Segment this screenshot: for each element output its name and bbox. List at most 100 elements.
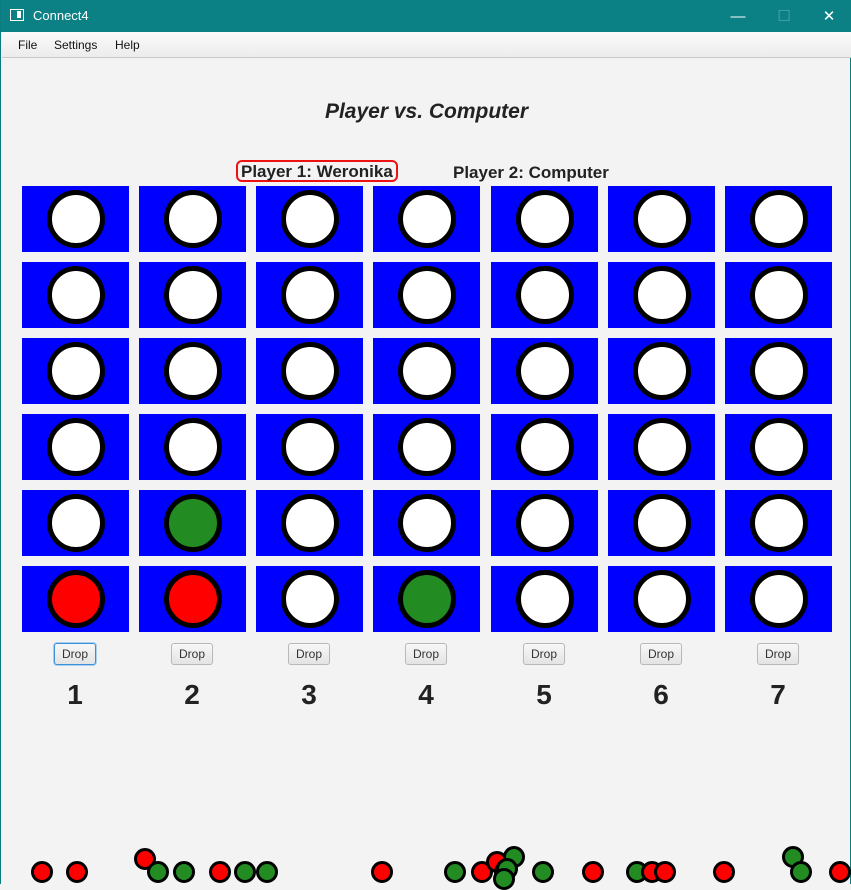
empty-slot (281, 190, 339, 248)
close-button[interactable]: ✕ (806, 0, 851, 32)
empty-slot (281, 266, 339, 324)
title-bar[interactable]: Connect4 — ☐ ✕ (1, 0, 851, 32)
board-cell (139, 566, 246, 632)
board-cell (22, 414, 129, 480)
red-disc (164, 570, 222, 628)
player2-label: Player 2: Computer (453, 163, 609, 182)
board-cell (491, 262, 598, 328)
board-cell (608, 490, 715, 556)
empty-slot (47, 190, 105, 248)
empty-slot (281, 418, 339, 476)
board-cell (491, 338, 598, 404)
board-cell (22, 186, 129, 252)
empty-slot (164, 190, 222, 248)
board-cell (256, 566, 363, 632)
empty-slot (398, 342, 456, 400)
empty-slot (633, 342, 691, 400)
red-falling-disc (371, 861, 393, 883)
drop-button-col-2[interactable]: Drop (171, 643, 213, 665)
green-falling-disc (147, 861, 169, 883)
empty-slot (750, 418, 808, 476)
empty-slot (398, 494, 456, 552)
empty-slot (47, 266, 105, 324)
board-cell (22, 490, 129, 556)
empty-slot (281, 494, 339, 552)
drop-button-col-4[interactable]: Drop (405, 643, 447, 665)
board-cell (608, 566, 715, 632)
menu-file[interactable]: File (18, 38, 37, 52)
drop-button-col-7[interactable]: Drop (757, 643, 799, 665)
board-cell (373, 338, 480, 404)
board-cell (608, 338, 715, 404)
drop-button-col-3[interactable]: Drop (288, 643, 330, 665)
board-cell (725, 338, 832, 404)
empty-slot (164, 266, 222, 324)
board-cell (139, 338, 246, 404)
empty-slot (164, 342, 222, 400)
green-falling-disc (444, 861, 466, 883)
board-cell (725, 186, 832, 252)
red-falling-disc (582, 861, 604, 883)
app-icon (10, 9, 24, 21)
drop-button-col-5[interactable]: Drop (523, 643, 565, 665)
drop-button-col-6[interactable]: Drop (640, 643, 682, 665)
empty-slot (164, 418, 222, 476)
board-cell (725, 262, 832, 328)
board-cell (725, 414, 832, 480)
app-window: Connect4 — ☐ ✕ File Settings Help Player… (0, 0, 851, 890)
green-falling-disc (234, 861, 256, 883)
drop-button-col-1[interactable]: Drop (54, 643, 96, 665)
board-cell (491, 566, 598, 632)
green-disc (398, 570, 456, 628)
empty-slot (516, 570, 574, 628)
board-cell (139, 186, 246, 252)
empty-slot (47, 494, 105, 552)
empty-slot (516, 494, 574, 552)
empty-slot (281, 570, 339, 628)
board-cell (725, 490, 832, 556)
board-cell (373, 414, 480, 480)
minimize-button[interactable]: — (715, 0, 761, 32)
board-cell (22, 262, 129, 328)
green-falling-disc (790, 861, 812, 883)
board-cell (608, 186, 715, 252)
red-falling-disc (713, 861, 735, 883)
board-cell (373, 490, 480, 556)
board-cell (608, 414, 715, 480)
board-cell (139, 490, 246, 556)
red-disc (47, 570, 105, 628)
board-cell (256, 490, 363, 556)
board-cell (22, 566, 129, 632)
empty-slot (633, 418, 691, 476)
menu-settings[interactable]: Settings (54, 38, 97, 52)
column-number-2: 2 (184, 679, 200, 710)
board-cell (256, 414, 363, 480)
board-cell (139, 262, 246, 328)
board-cell (725, 566, 832, 632)
green-falling-disc (493, 868, 515, 890)
board-cell (256, 262, 363, 328)
column-number-1: 1 (67, 679, 83, 710)
empty-slot (398, 190, 456, 248)
close-icon: ✕ (822, 8, 836, 25)
board-cell (491, 186, 598, 252)
menu-help[interactable]: Help (115, 38, 140, 52)
empty-slot (516, 190, 574, 248)
empty-slot (398, 418, 456, 476)
game-mode-title: Player vs. Computer (324, 100, 529, 123)
empty-slot (750, 266, 808, 324)
empty-slot (633, 266, 691, 324)
board-cell (256, 186, 363, 252)
empty-slot (47, 418, 105, 476)
empty-slot (516, 342, 574, 400)
maximize-button[interactable]: ☐ (761, 0, 807, 32)
red-falling-disc (31, 861, 53, 883)
column-number-3: 3 (301, 679, 317, 710)
empty-slot (750, 570, 808, 628)
player1-label: Player 1: Weronika (236, 160, 398, 182)
window-title: Connect4 (33, 8, 89, 23)
empty-slot (633, 494, 691, 552)
minimize-icon: — (730, 7, 746, 25)
red-falling-disc (66, 861, 88, 883)
empty-slot (750, 494, 808, 552)
